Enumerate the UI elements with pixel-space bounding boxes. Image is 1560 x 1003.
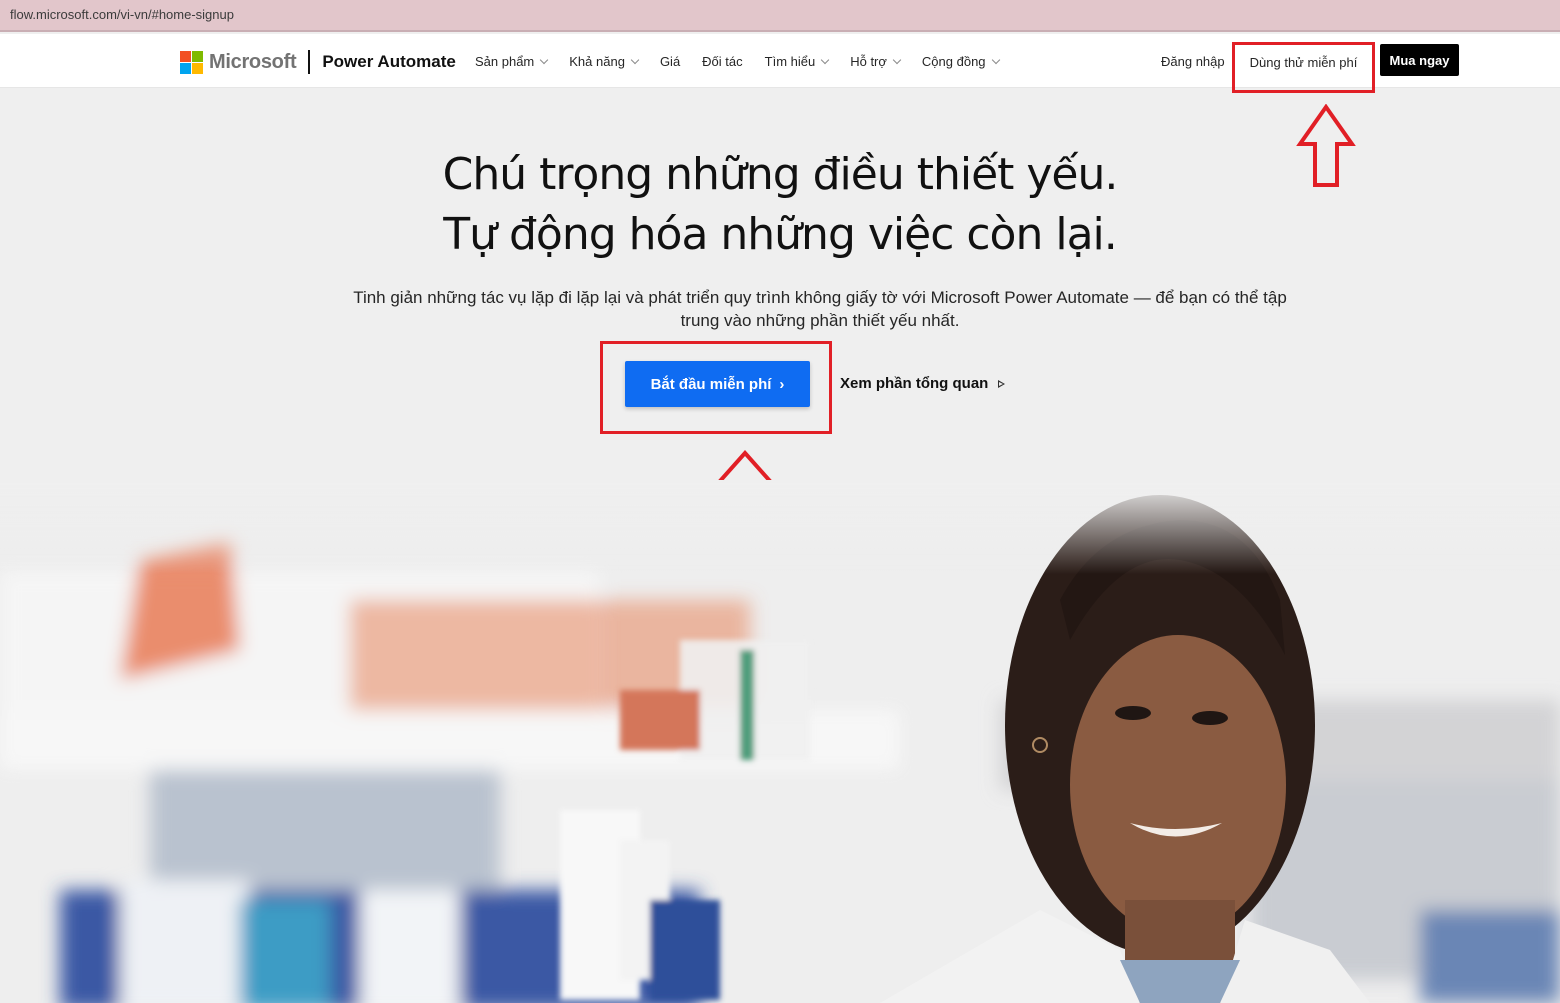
chevron-down-icon [540, 55, 549, 64]
logo-divider [308, 50, 311, 74]
menu-item-support[interactable]: Hỗ trợ [850, 54, 902, 69]
chevron-down-icon [892, 55, 902, 64]
brand-name: Microsoft [209, 50, 297, 73]
hero-image [0, 480, 1560, 1003]
sign-in-link[interactable]: Đăng nhập [1161, 54, 1225, 69]
start-free-button[interactable]: Bắt đầu miễn phí › [625, 361, 810, 407]
url-text: flow.microsoft.com/vi-vn/#home-signup [10, 7, 234, 22]
pharmacist-photo [0, 480, 1560, 1003]
free-trial-link[interactable]: Dùng thử miễn phí [1232, 42, 1375, 93]
watch-overview-link[interactable]: Xem phần tổng quan [840, 375, 1006, 392]
menu-item-capabilities[interactable]: Khả năng [569, 54, 640, 69]
menu-item-community[interactable]: Cộng đồng [922, 54, 1000, 69]
menu-item-learn[interactable]: Tìm hiểu [765, 54, 830, 69]
microsoft-logo-icon [180, 50, 203, 74]
site-header: Microsoft Power Automate Sản phẩm Khả nă… [0, 34, 1560, 93]
browser-address-bar[interactable]: flow.microsoft.com/vi-vn/#home-signup [0, 0, 1560, 32]
menu-item-partners[interactable]: Đối tác [702, 54, 742, 69]
product-name[interactable]: Power Automate [322, 52, 456, 72]
hero-headline: Chú trọng những điều thiết yếu. Tự động … [442, 149, 1119, 260]
chevron-down-icon [820, 55, 830, 64]
chevron-right-icon: › [779, 375, 785, 393]
main-menu: Sản phẩm Khả năng Giá Đối tác Tìm hiểu H… [475, 54, 1021, 69]
menu-item-products[interactable]: Sản phẩm [475, 54, 549, 69]
play-icon [998, 379, 1006, 388]
chevron-down-icon [630, 55, 640, 64]
hero-subtitle: Tinh giản những tác vụ lặp đi lặp lại và… [353, 288, 1287, 330]
buy-now-button[interactable]: Mua ngay [1380, 44, 1459, 76]
menu-item-pricing[interactable]: Giá [660, 54, 680, 69]
microsoft-logo[interactable]: Microsoft Power Automate [180, 50, 456, 74]
chevron-down-icon [991, 55, 1000, 64]
